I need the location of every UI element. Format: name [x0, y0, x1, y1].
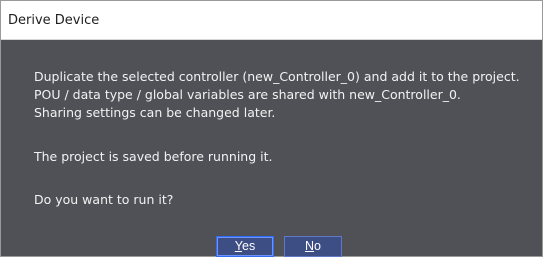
yes-label-rest: es	[242, 239, 256, 253]
no-button[interactable]: No	[284, 236, 342, 257]
no-label-rest: o	[314, 239, 321, 253]
message-line-question: Do you want to run it?	[34, 192, 174, 207]
yes-button[interactable]: Yes	[216, 236, 274, 257]
title-bar: Derive Device	[1, 1, 542, 40]
dialog-title: Derive Device	[8, 13, 100, 28]
message-line-duplicate: Duplicate the selected controller (new_C…	[34, 69, 520, 84]
yes-mnemonic: Y	[234, 239, 242, 253]
derive-device-dialog: Derive Device Duplicate the selected con…	[0, 0, 543, 257]
message-line-shared: POU / data type / global variables are s…	[34, 87, 461, 102]
no-mnemonic: N	[305, 239, 315, 253]
message-line-project-saved: The project is saved before running it.	[34, 149, 273, 164]
dialog-body: Duplicate the selected controller (new_C…	[1, 40, 542, 257]
message-line-sharing-settings: Sharing settings can be changed later.	[34, 105, 276, 120]
